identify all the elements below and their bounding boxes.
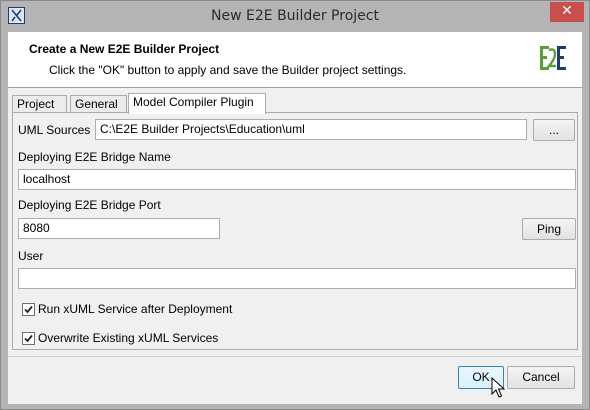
uml-sources-label: UML Sources <box>18 123 91 137</box>
tab-panel: UML Sources C:\E2E Builder Projects\Educ… <box>12 112 578 350</box>
run-service-label[interactable]: Run xUML Service after Deployment <box>38 302 232 316</box>
bridge-port-label: Deploying E2E Bridge Port <box>18 198 161 212</box>
bridge-name-input[interactable]: localhost <box>18 169 576 190</box>
run-service-checkbox[interactable] <box>22 303 35 316</box>
uml-sources-input[interactable]: C:\E2E Builder Projects\Education\uml <box>95 119 527 140</box>
title-bar[interactable]: New E2E Builder Project ✕ <box>1 1 589 32</box>
header-description: Click the "OK" button to apply and save … <box>49 63 407 77</box>
dialog-window: New E2E Builder Project ✕ Create a New E… <box>0 0 590 410</box>
dialog-client-area: Create a New E2E Builder Project Click t… <box>8 32 582 404</box>
tab-model-compiler-plugin[interactable]: Model Compiler Plugin <box>128 93 266 114</box>
tab-general-label: General <box>75 97 118 111</box>
overwrite-label[interactable]: Overwrite Existing xUML Services <box>38 331 218 345</box>
checkmark-icon <box>24 305 33 314</box>
checkmark-icon <box>24 334 33 343</box>
tab-project-label: Project <box>17 97 55 111</box>
ping-button[interactable]: Ping <box>522 218 576 240</box>
tab-project[interactable]: Project <box>12 95 67 113</box>
user-label: User <box>18 249 44 263</box>
bridge-port-input[interactable]: 8080 <box>18 218 220 239</box>
dialog-header: Create a New E2E Builder Project Click t… <box>8 32 582 88</box>
tab-general[interactable]: General <box>70 95 127 113</box>
header-title: Create a New E2E Builder Project <box>29 42 220 56</box>
footer-separator <box>8 356 582 357</box>
mouse-pointer-icon <box>491 377 505 398</box>
bridge-name-label: Deploying E2E Bridge Name <box>18 150 171 164</box>
close-button[interactable]: ✕ <box>550 2 584 22</box>
overwrite-checkbox[interactable] <box>22 332 35 345</box>
e2e-logo-icon <box>540 46 566 70</box>
tab-model-compiler-plugin-label: Model Compiler Plugin <box>133 95 254 109</box>
cancel-button[interactable]: Cancel <box>507 366 575 389</box>
window-title: New E2E Builder Project <box>211 8 379 24</box>
browse-button[interactable]: ... <box>533 119 575 141</box>
user-input[interactable] <box>18 268 576 289</box>
